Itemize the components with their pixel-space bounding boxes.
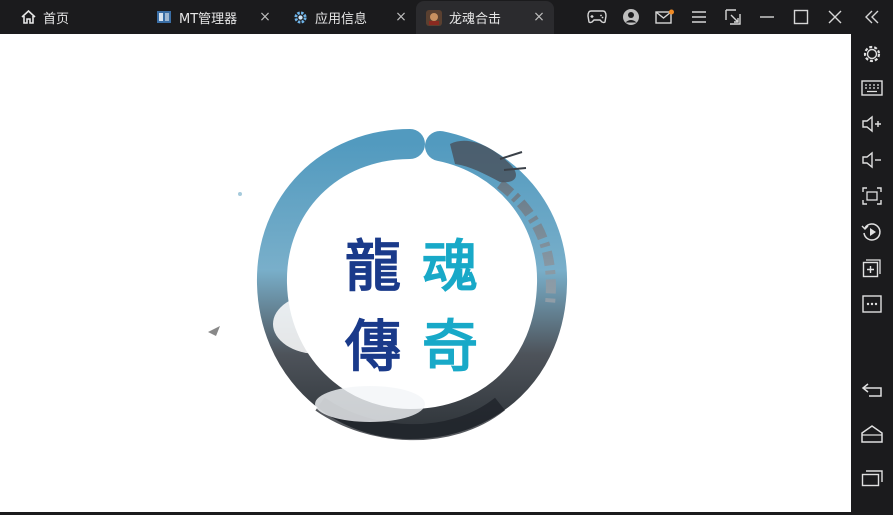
maximize-icon[interactable] [787, 0, 815, 34]
tab-label: 应用信息 [315, 11, 368, 27]
tab-mt-manager[interactable]: MT管理器 × [146, 0, 280, 34]
screenshot-icon[interactable] [719, 0, 747, 34]
volume-up-icon[interactable] [859, 111, 885, 137]
logo-char: 龍 [345, 234, 401, 300]
tab-game[interactable]: 龙魂合击 × [416, 1, 554, 34]
mt-manager-app-icon [156, 9, 172, 25]
close-icon[interactable]: × [394, 9, 408, 25]
gamepad-icon[interactable] [583, 0, 611, 34]
close-icon[interactable]: × [258, 9, 272, 25]
logo-char: 魂 [422, 234, 478, 300]
close-icon[interactable]: × [532, 9, 546, 25]
title-bar: 首页 MT管理器 × 应用信息 × 龙魂合击 × [0, 0, 893, 34]
tab-label: MT管理器 [179, 11, 238, 27]
home-nav-icon[interactable] [859, 421, 885, 447]
collapse-sidebar-icon[interactable] [858, 0, 886, 34]
back-icon[interactable] [859, 377, 885, 403]
tab-label: 龙魂合击 [449, 12, 502, 27]
volume-down-icon[interactable] [859, 147, 885, 173]
tab-label: 首页 [43, 11, 70, 27]
minimize-icon[interactable] [753, 0, 781, 34]
fullscreen-icon[interactable] [859, 183, 885, 209]
tab-home[interactable]: 首页 [10, 0, 140, 34]
multi-instance-icon[interactable] [859, 255, 885, 281]
emulator-sidebar [851, 34, 893, 515]
home-icon [20, 9, 36, 25]
mail-icon[interactable] [651, 0, 679, 34]
logo-char: 奇 [422, 314, 478, 380]
recent-apps-icon[interactable] [859, 465, 885, 491]
rotate-icon[interactable] [859, 219, 885, 245]
game-screen[interactable]: 龍 魂 傳 奇 [0, 34, 851, 512]
settings-icon[interactable] [859, 41, 885, 67]
tab-app-info[interactable]: 应用信息 × [282, 0, 416, 34]
more-icon[interactable] [859, 291, 885, 317]
game-app-icon [426, 9, 442, 26]
logo-char: 傳 [344, 314, 401, 380]
gear-icon [292, 9, 308, 25]
close-window-icon[interactable] [821, 0, 849, 34]
keyboard-icon[interactable] [859, 75, 885, 101]
user-avatar-icon[interactable] [617, 0, 645, 34]
game-logo: 龍 魂 傳 奇 [208, 129, 568, 441]
menu-icon[interactable] [685, 0, 713, 34]
